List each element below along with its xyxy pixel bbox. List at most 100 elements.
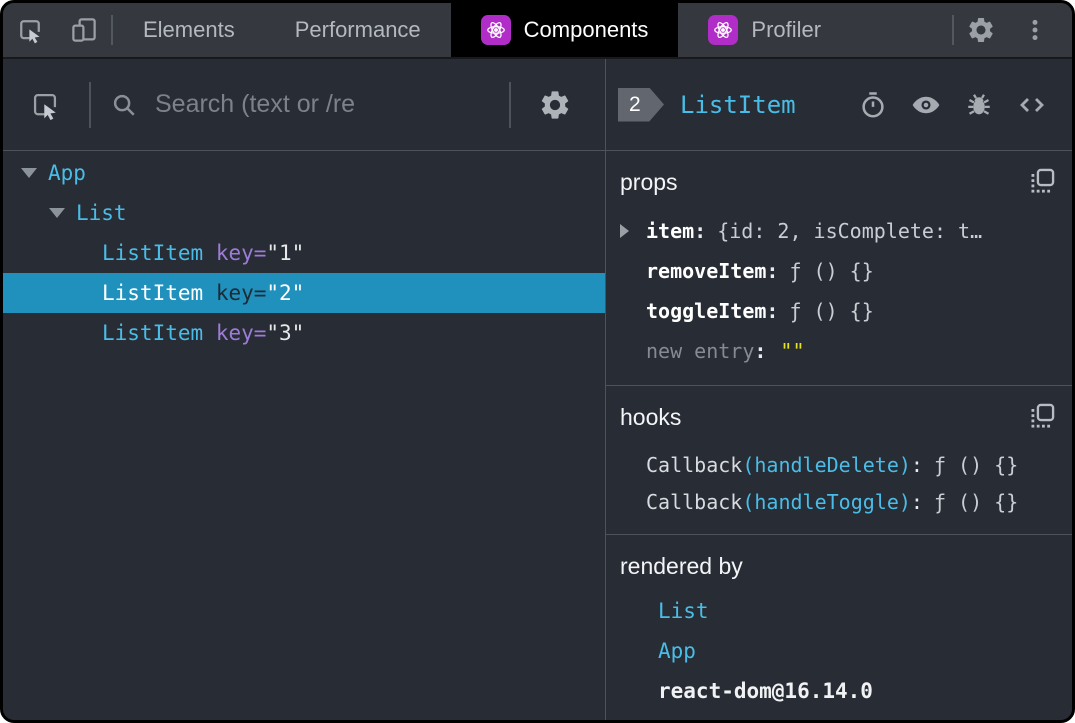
devtools-window: Elements Performance Components Profiler… — [0, 0, 1075, 723]
inspect-dom-button[interactable] — [910, 89, 942, 121]
hooks-section: hooks Callback (handleDelete): ƒ () {} … — [606, 386, 1072, 535]
prop-row-item[interactable]: item: {id: 2, isComplete: t… — [620, 211, 1058, 251]
tab-performance[interactable]: Performance — [265, 3, 451, 57]
props-section-title: props — [620, 169, 678, 195]
bug-icon — [964, 90, 994, 120]
key-value: "1" — [266, 241, 305, 265]
component-name: ListItem — [102, 241, 204, 265]
hook-custom-name: (handleToggle) — [742, 489, 911, 514]
devtools-tab-bar: Elements Performance Components Profiler — [3, 3, 1072, 59]
renderer-version: react-dom@16.14.0 — [658, 679, 873, 703]
tree-row-list[interactable]: List — [3, 193, 605, 233]
component-tree: App List ListItem key= "1" ListItem key= — [3, 151, 605, 720]
tab-bar-right-controls — [952, 3, 1072, 57]
react-logo-icon — [708, 15, 739, 45]
props-rows: item: {id: 2, isComplete: t… removeItem:… — [620, 211, 1058, 371]
inspect-element-button[interactable] — [3, 3, 57, 57]
prop-name: removeItem — [646, 259, 767, 283]
component-name: ListItem — [102, 281, 204, 305]
settings-icon — [538, 88, 572, 122]
timer-icon — [858, 90, 888, 120]
key-attribute: key= — [215, 241, 267, 265]
hook-custom-name: (handleDelete) — [742, 452, 911, 477]
search-icon — [109, 90, 139, 120]
tab-profiler[interactable]: Profiler — [678, 3, 851, 57]
eye-icon — [910, 89, 942, 121]
rendered-by-rows: List App react-dom@16.14.0 — [620, 591, 1058, 711]
key-attribute: key= — [215, 321, 267, 345]
owner-link-app[interactable]: App — [620, 631, 1058, 671]
component-name: App — [48, 161, 86, 185]
chevron-down-icon[interactable] — [49, 208, 65, 218]
kebab-menu-button[interactable] — [1008, 3, 1062, 57]
new-entry-value[interactable]: "" — [780, 339, 804, 363]
copy-props-button[interactable] — [1028, 167, 1056, 200]
tab-label: Profiler — [751, 17, 822, 42]
react-logo-icon — [480, 15, 511, 45]
new-entry-name[interactable]: new entry — [646, 339, 754, 363]
inspect-icon — [15, 15, 45, 45]
inspect-icon — [28, 88, 62, 122]
key-value: "2" — [266, 281, 305, 305]
view-source-button[interactable] — [1016, 89, 1048, 121]
tab-label: Elements — [143, 17, 235, 42]
owner-link-list[interactable]: List — [620, 591, 1058, 631]
hook-type: Callback — [646, 489, 743, 514]
hook-row-handledelete[interactable]: Callback (handleDelete): ƒ () {} — [620, 446, 1058, 483]
chevron-down-icon[interactable] — [21, 168, 37, 178]
key-value: "3" — [266, 321, 305, 345]
copy-hooks-button[interactable] — [1028, 402, 1056, 435]
search-input[interactable] — [153, 89, 491, 120]
tab-label: Performance — [294, 17, 421, 42]
tree-row-listitem-2-selected[interactable]: ListItem key= "2" — [3, 273, 605, 313]
rendered-by-section: rendered by List App react-dom@16.14.0 — [606, 535, 1072, 720]
prop-value: {id: 2, isComplete: t… — [717, 219, 983, 243]
tab-components[interactable]: Components — [450, 3, 679, 57]
tree-row-listitem-3[interactable]: ListItem key= "3" — [3, 313, 605, 353]
inspected-header: 2 ListItem — [606, 59, 1072, 151]
components-panel: App List ListItem key= "1" ListItem key= — [3, 59, 1072, 720]
view-source-icon — [1016, 89, 1048, 121]
component-name: List — [76, 201, 127, 225]
prop-value: ƒ () {} — [789, 299, 874, 323]
hook-value: ƒ () {} — [933, 452, 1019, 477]
hook-row-handletoggle[interactable]: Callback (handleToggle): ƒ () {} — [620, 483, 1058, 520]
toolbar-separator — [509, 81, 511, 128]
renderer-version-row: react-dom@16.14.0 — [620, 671, 1058, 711]
selected-component-title: ListItem — [680, 90, 796, 119]
chevron-right-icon[interactable] — [620, 224, 629, 238]
hook-type: Callback — [646, 452, 743, 477]
key-attribute: key= — [215, 281, 267, 305]
kebab-menu-icon — [1022, 17, 1048, 43]
prop-row-toggleitem[interactable]: toggleItem: ƒ () {} — [620, 291, 1058, 331]
hooks-rows: Callback (handleDelete): ƒ () {} Callback… — [620, 446, 1058, 520]
tree-row-listitem-1[interactable]: ListItem key= "1" — [3, 233, 605, 273]
inspected-component-panel: 2 ListItem props item: {id: 2, isComple… — [606, 59, 1072, 720]
inspected-actions — [857, 89, 1048, 121]
copy-icon — [1028, 167, 1056, 195]
owner-component-name: List — [658, 599, 709, 623]
prop-value: ƒ () {} — [789, 259, 874, 283]
pick-component-button[interactable] — [19, 75, 71, 135]
settings-icon — [966, 15, 996, 45]
device-toolbar-icon — [69, 15, 99, 45]
device-toolbar-button[interactable] — [57, 3, 111, 57]
tree-row-app[interactable]: App — [3, 153, 605, 193]
devtools-settings-button[interactable] — [954, 3, 1008, 57]
owner-component-name: App — [658, 639, 696, 663]
rendered-by-title: rendered by — [620, 553, 743, 579]
prop-name: toggleItem — [646, 299, 767, 323]
owners-stack-badge[interactable]: 2 — [618, 87, 664, 122]
prop-row-removeitem[interactable]: removeItem: ƒ () {} — [620, 251, 1058, 291]
tab-label: Components — [523, 17, 649, 42]
copy-icon — [1028, 402, 1056, 430]
hooks-section-title: hooks — [620, 404, 682, 430]
tree-settings-button[interactable] — [529, 75, 581, 135]
prop-name: item — [646, 219, 695, 243]
log-to-console-button[interactable] — [963, 89, 995, 121]
tab-elements[interactable]: Elements — [113, 3, 265, 57]
prop-row-new-entry[interactable]: new entry: "" — [620, 331, 1058, 371]
hook-value: ƒ () {} — [933, 489, 1019, 514]
suspend-toggle-button[interactable] — [857, 89, 889, 121]
props-section: props item: {id: 2, isComplete: t… remo… — [606, 151, 1072, 386]
